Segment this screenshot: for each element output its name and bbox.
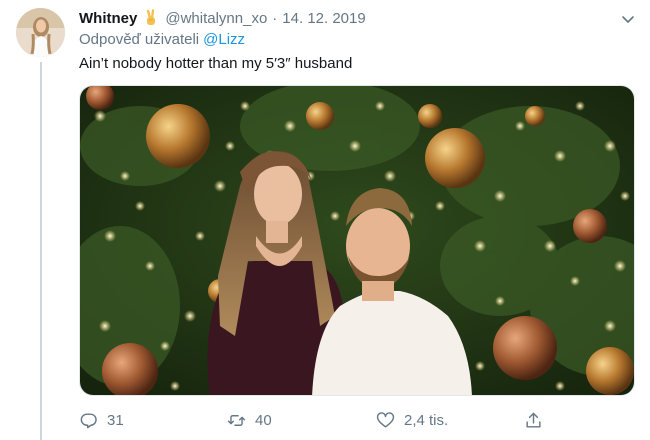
retweet-count: 40	[255, 411, 272, 429]
tweet-text: Ain’t nobody hotter than my 5′3″ husband	[79, 55, 353, 72]
heart-icon	[376, 411, 395, 428]
reply-prefix: Odpověď uživateli	[79, 31, 200, 48]
author-name[interactable]: Whitney	[79, 10, 137, 27]
reply-icon	[80, 412, 97, 428]
tweet-header: Whitney @whitalynn_xo · 14. 12. 2019	[79, 8, 366, 28]
tweet-date[interactable]: 14. 12. 2019	[282, 10, 365, 27]
avatar[interactable]	[16, 8, 65, 57]
share-button[interactable]	[524, 408, 543, 432]
retweet-button[interactable]: 40	[227, 408, 272, 432]
tweet-actions: 31 40 2,4 tis.	[79, 408, 549, 432]
reply-mention-link[interactable]: @Lizz	[203, 31, 245, 48]
author-handle[interactable]: @whitalynn_xo	[165, 10, 267, 27]
photo-christmas-tree-couple	[80, 86, 634, 395]
tweet-photo[interactable]	[79, 85, 635, 396]
share-icon	[526, 412, 541, 428]
like-count: 2,4 tis.	[404, 411, 449, 429]
reply-count: 31	[107, 411, 124, 429]
reply-context: Odpověď uživateli @Lizz	[79, 31, 245, 48]
chevron-down-icon[interactable]	[619, 10, 637, 28]
victory-hand-icon	[142, 9, 160, 27]
reply-button[interactable]: 31	[79, 408, 124, 432]
avatar-image	[16, 8, 65, 57]
like-button[interactable]: 2,4 tis.	[376, 408, 448, 432]
thread-line	[40, 62, 42, 440]
retweet-icon	[227, 414, 246, 426]
separator: ·	[272, 9, 278, 27]
